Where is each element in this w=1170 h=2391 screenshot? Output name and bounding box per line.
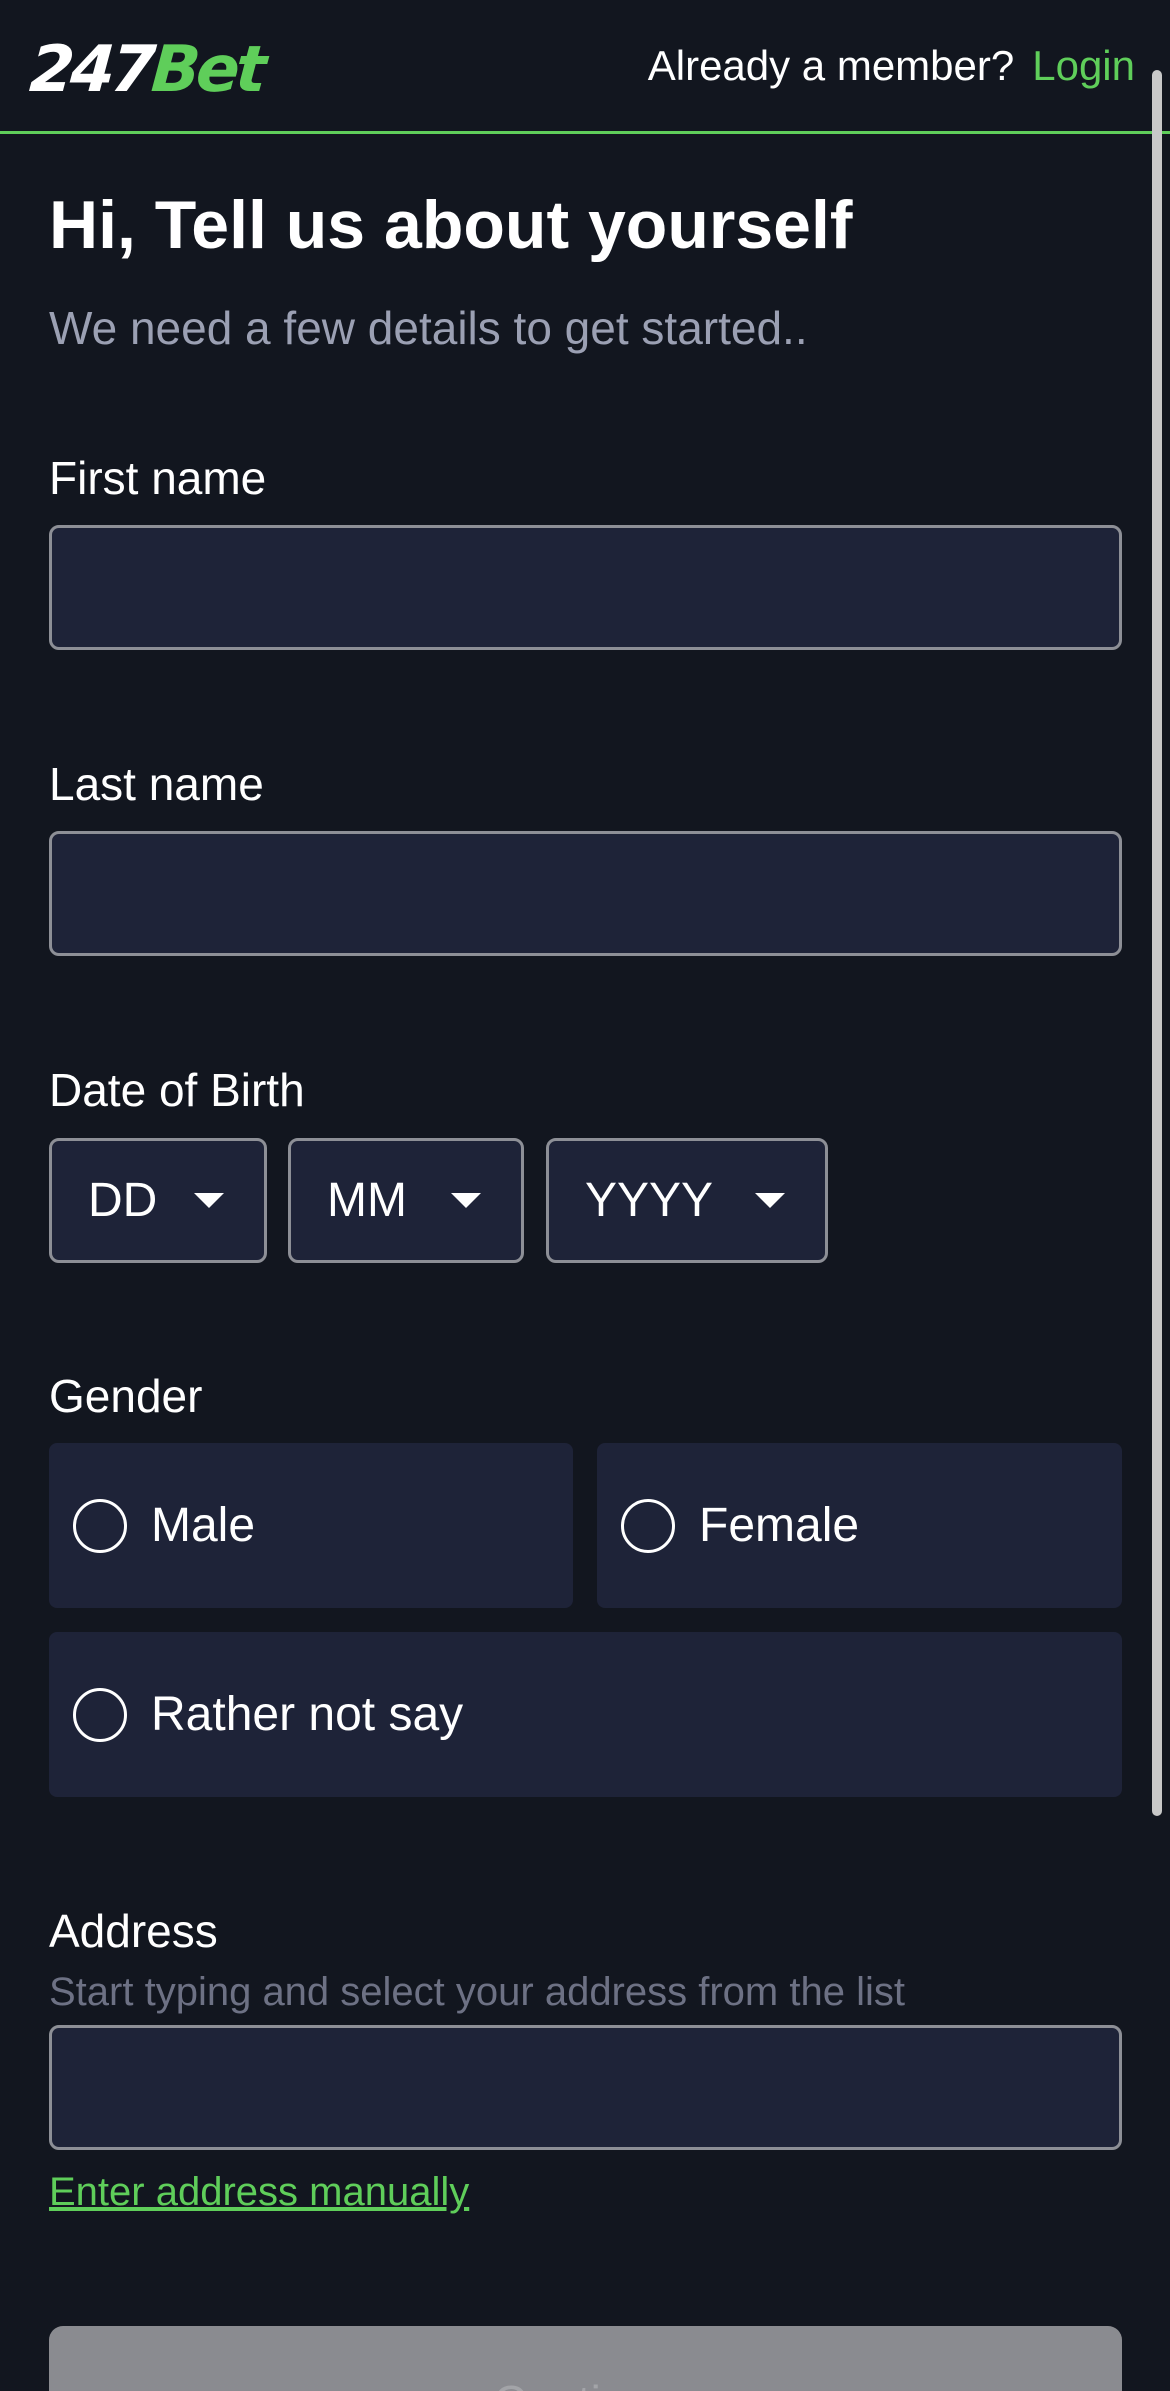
dob-month-select[interactable]: MM — [288, 1138, 524, 1263]
radio-unchecked-icon[interactable] — [621, 1498, 675, 1553]
member-login-prompt: Already a member? Login — [648, 40, 1135, 92]
enter-address-manually-link[interactable]: Enter address manually — [49, 2167, 469, 2217]
radio-unchecked-icon[interactable] — [73, 1498, 127, 1553]
first-name-field[interactable] — [49, 525, 1122, 650]
logo-number: 247 — [27, 33, 155, 107]
gender-option-female[interactable]: Female — [597, 1443, 1122, 1608]
address-hint: Start typing and select your address fro… — [49, 1970, 905, 2014]
gender-option-rather-not-say[interactable]: Rather not say — [49, 1632, 1122, 1797]
member-question: Already a member? — [647, 42, 1015, 89]
dob-label: Date of Birth — [49, 1064, 305, 1116]
first-name-label: First name — [49, 452, 267, 504]
dob-day-select[interactable]: DD — [49, 1138, 267, 1263]
caret-down-icon — [194, 1193, 224, 1208]
caret-down-icon — [755, 1193, 785, 1208]
top-bar: 247Bet Already a member? Login — [0, 0, 1170, 134]
gender-option-male[interactable]: Male — [49, 1443, 573, 1608]
last-name-label: Last name — [49, 758, 264, 810]
brand-logo[interactable]: 247Bet — [27, 30, 265, 110]
continue-button[interactable]: Continue — [49, 2326, 1122, 2391]
address-label: Address — [49, 1905, 218, 1957]
scrollbar[interactable] — [1152, 70, 1162, 1816]
gender-label: Gender — [49, 1370, 203, 1422]
page-title: Hi, Tell us about yourself — [49, 187, 853, 263]
gender-option-label: Male — [151, 1498, 256, 1552]
logo-brand: Bet — [149, 33, 265, 107]
address-search-field[interactable] — [49, 2025, 1122, 2150]
dob-month-value: MM — [327, 1173, 407, 1227]
gender-option-label: Rather not say — [151, 1687, 464, 1741]
dob-year-value: YYYY — [585, 1173, 714, 1227]
page-subtitle: We need a few details to get started.. — [49, 302, 808, 354]
dob-day-value: DD — [88, 1173, 158, 1227]
dob-year-select[interactable]: YYYY — [546, 1138, 828, 1263]
caret-down-icon — [451, 1193, 481, 1208]
gender-option-label: Female — [699, 1498, 860, 1552]
signup-page: 247Bet Already a member? Login Hi, Tell u… — [0, 0, 1170, 2391]
last-name-field[interactable] — [49, 831, 1122, 956]
login-link[interactable]: Login — [1032, 42, 1135, 89]
radio-unchecked-icon[interactable] — [73, 1687, 127, 1742]
